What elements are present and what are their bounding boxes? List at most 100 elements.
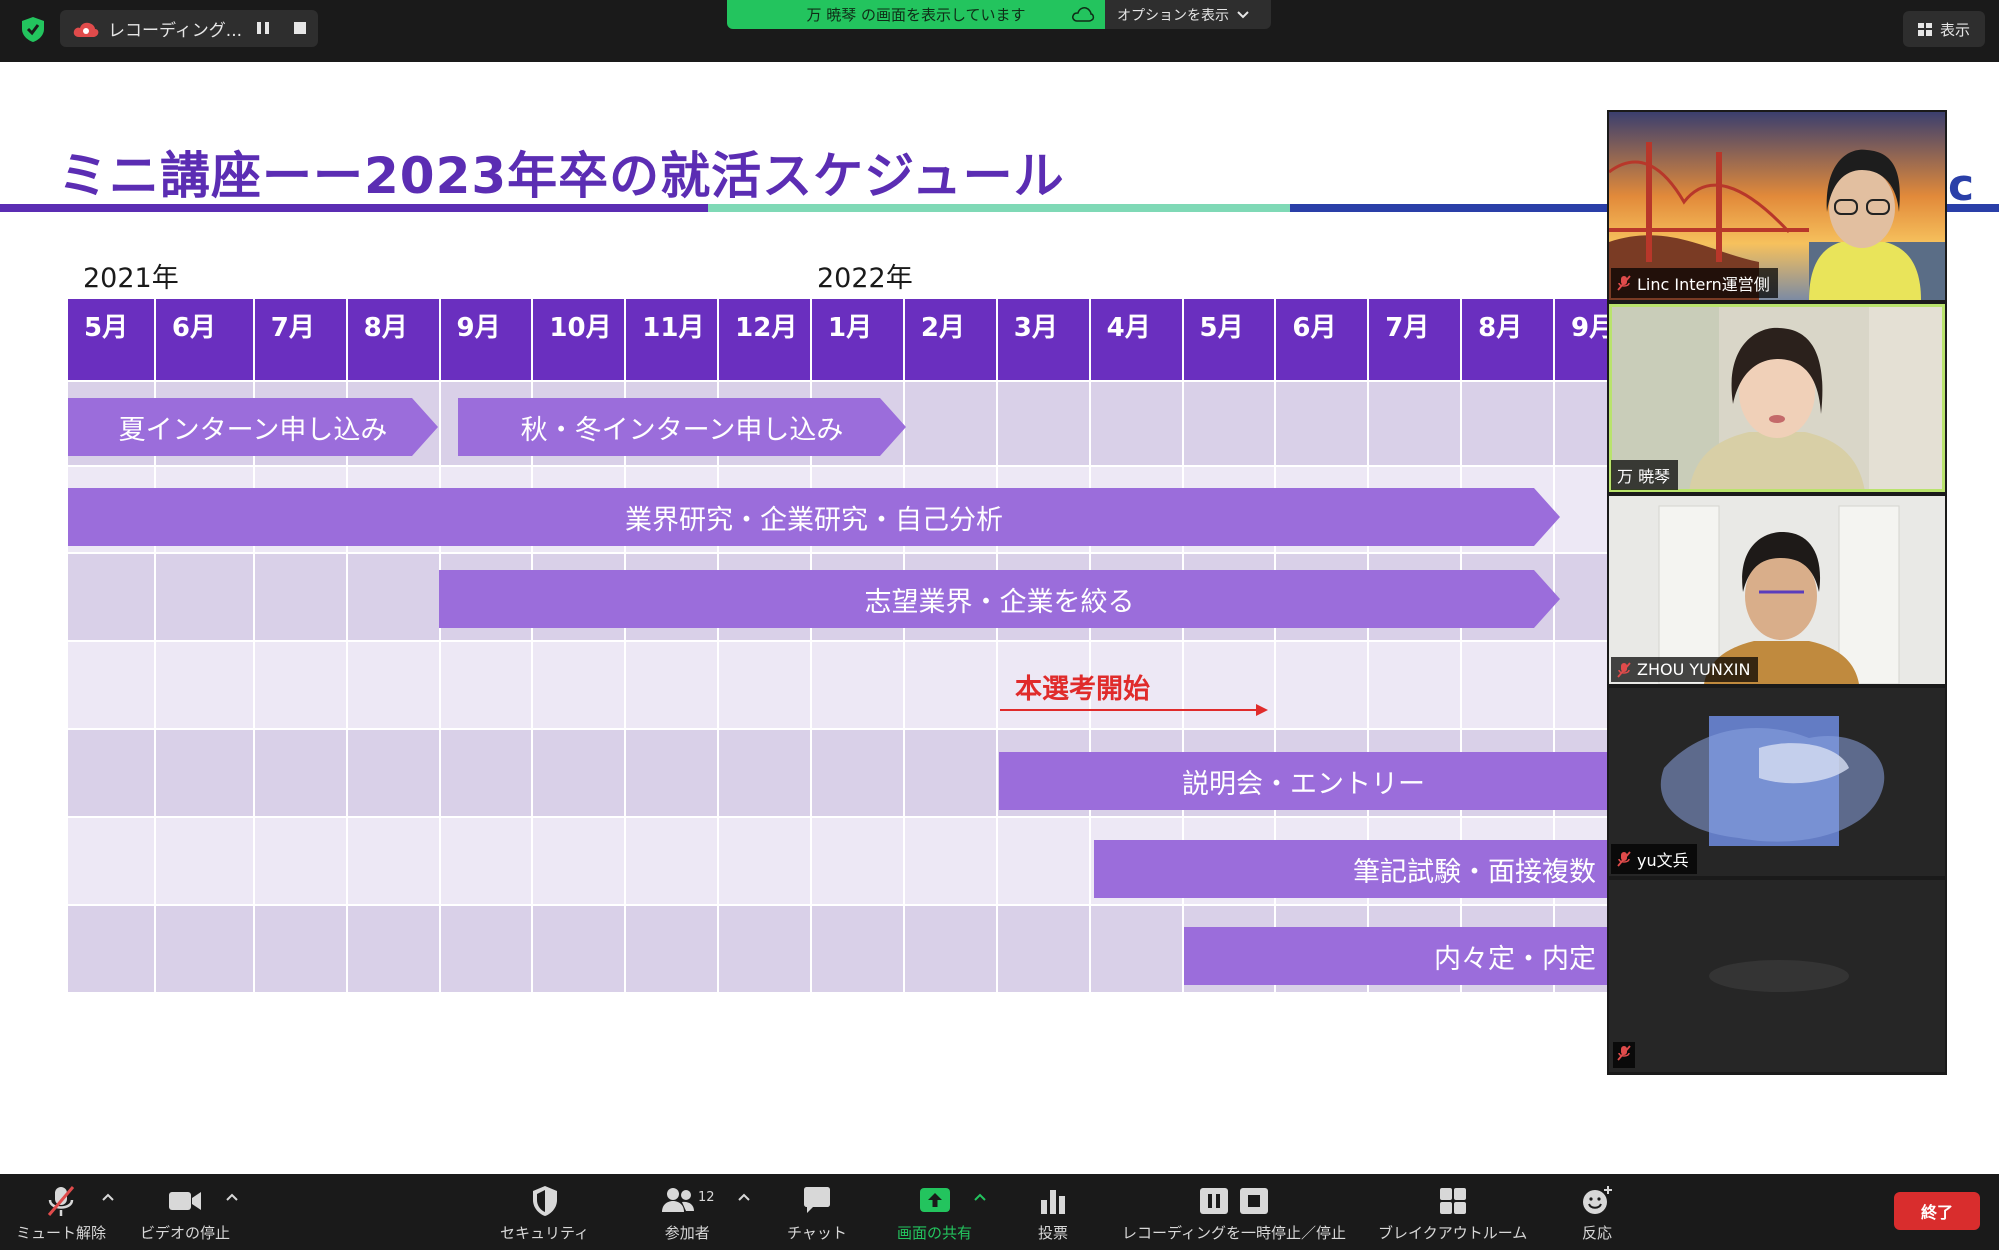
chevron-up-icon[interactable] xyxy=(101,1192,115,1202)
offer-label: 内々定・内定 xyxy=(1434,943,1596,975)
video-tile[interactable]: yu文兵 xyxy=(1609,688,1945,876)
grid-row xyxy=(68,642,1614,728)
participant-name-tag: yu文兵 xyxy=(1611,844,1697,874)
chat-bubble-icon xyxy=(803,1187,830,1213)
recording-indicator[interactable]: レコーディング... xyxy=(60,10,318,47)
participant-name-tag: Linc Intern運営側 xyxy=(1611,268,1778,298)
meeting-toolbar: ミュート解除 ビデオの停止 セキュリティ 12 参加者 チャット 画面の共有 投… xyxy=(0,1174,1999,1250)
muted-mic-icon xyxy=(1617,1045,1631,1061)
month-header: 9月 xyxy=(1555,299,1614,380)
participant-name-tag: 万 暁琴 xyxy=(1611,460,1679,490)
end-meeting-label: 終了 xyxy=(1920,1203,1953,1222)
view-options-label: オプションを表示 xyxy=(1117,7,1229,24)
participant-name: ZHOU YUNXIN xyxy=(1637,660,1751,679)
video-camera-icon xyxy=(169,1192,201,1210)
reactions-label: 反応 xyxy=(1581,1224,1612,1242)
autumn-winter-intern-label: 秋・冬インターン申し込み xyxy=(520,414,844,446)
month-header: 4月 xyxy=(1090,299,1184,380)
security-shield-icon[interactable] xyxy=(18,14,48,44)
video-tile[interactable] xyxy=(1609,880,1945,1072)
chevron-up-icon[interactable] xyxy=(973,1192,987,1202)
offer-band: 内々定・内定 xyxy=(1184,927,1608,985)
participant-name-tag xyxy=(1613,1042,1635,1068)
reaction-smiley-icon xyxy=(1583,1186,1612,1214)
screen-share-banner: 万 暁琴 の画面を表示しています xyxy=(727,0,1105,29)
pause-stop-recording-button[interactable]: レコーディングを一時停止／停止 xyxy=(1122,1184,1346,1243)
title-underline-purple xyxy=(0,204,708,212)
participant-count: 12 xyxy=(698,1190,715,1205)
participant-placeholder xyxy=(1609,880,1945,1072)
breakout-rooms-button[interactable]: ブレイクアウトルーム xyxy=(1378,1184,1527,1243)
month-header: 7月 xyxy=(1369,299,1463,380)
security-label: セキュリティ xyxy=(500,1224,590,1242)
chevron-up-icon[interactable] xyxy=(737,1192,751,1202)
chevron-up-icon[interactable] xyxy=(225,1192,239,1202)
polls-button[interactable]: 投票 xyxy=(1038,1184,1068,1243)
stop-video-label: ビデオの停止 xyxy=(140,1224,231,1242)
pause-stop-recording-label: レコーディングを一時停止／停止 xyxy=(1122,1224,1346,1242)
bar-chart-icon xyxy=(1041,1190,1065,1214)
brand-logo-fragment: c xyxy=(1948,160,1975,211)
year-2021-label: 2021年 xyxy=(83,263,179,294)
breakout-rooms-icon xyxy=(1439,1188,1466,1214)
slide-title: ミニ講座ーー2023年卒の就活スケジュール xyxy=(58,147,1065,205)
muted-mic-icon xyxy=(47,1186,75,1216)
stop-icon[interactable] xyxy=(293,21,307,35)
exams-band: 筆記試験・面接複数 xyxy=(1094,840,1608,898)
share-banner-text: 万 暁琴 の画面を表示しています xyxy=(806,6,1026,24)
title-underline-green xyxy=(708,204,1290,212)
participant-name: yu文兵 xyxy=(1637,851,1689,870)
month-header: 8月 xyxy=(347,299,441,380)
participant-name: 万 暁琴 xyxy=(1617,467,1671,486)
video-tile[interactable]: ZHOU YUNXIN xyxy=(1609,496,1945,684)
video-tile[interactable]: Linc Intern運営側 xyxy=(1609,112,1945,300)
participant-name-tag: ZHOU YUNXIN xyxy=(1611,657,1759,682)
month-header-row: 5月 6月 7月 8月 9月 10月 11月 12月 1月 2月 3月 4月 5… xyxy=(68,299,1614,380)
unmute-button[interactable]: ミュート解除 xyxy=(16,1184,106,1243)
month-header: 6月 xyxy=(155,299,255,380)
cloud-icon xyxy=(1072,7,1095,22)
pause-icon[interactable] xyxy=(256,21,270,35)
participant-video-panel: Linc Intern運営側 万 暁琴 ZHOU YUNXIN yu文兵 xyxy=(1607,110,1947,1075)
autumn-winter-intern-band: 秋・冬インターン申し込み xyxy=(458,398,906,456)
share-screen-button[interactable]: 画面の共有 xyxy=(897,1184,972,1243)
recording-label: レコーディング... xyxy=(108,21,243,41)
research-band: 業界研究・企業研究・自己分析 xyxy=(68,488,1560,546)
chevron-down-icon xyxy=(1237,10,1249,18)
grid-view-icon xyxy=(1917,22,1932,36)
end-meeting-button[interactable]: 終了 xyxy=(1894,1192,1980,1230)
month-header: 8月 xyxy=(1462,299,1556,380)
narrow-band: 志望業界・企業を絞る xyxy=(439,570,1560,628)
breakout-rooms-label: ブレイクアウトルーム xyxy=(1378,1224,1528,1242)
pause-icon xyxy=(1199,1188,1228,1214)
participants-label: 参加者 xyxy=(664,1224,710,1242)
chat-button[interactable]: チャット xyxy=(787,1184,847,1243)
video-tile-active-speaker[interactable]: 万 暁琴 xyxy=(1609,304,1945,492)
exams-label: 筆記試験・面接複数 xyxy=(1353,856,1596,888)
year-2022-label: 2022年 xyxy=(817,263,913,294)
chat-label: チャット xyxy=(787,1224,847,1242)
month-header: 12月 xyxy=(719,299,813,380)
security-button[interactable]: セキュリティ xyxy=(500,1184,589,1243)
view-label: 表示 xyxy=(1939,20,1970,39)
research-label: 業界研究・企業研究・自己分析 xyxy=(625,504,1003,536)
share-screen-icon xyxy=(919,1188,950,1212)
muted-mic-icon xyxy=(1617,661,1631,678)
polls-label: 投票 xyxy=(1038,1224,1069,1242)
view-button[interactable]: 表示 xyxy=(1903,11,1985,47)
month-header: 11月 xyxy=(626,299,720,380)
participant-video xyxy=(1609,496,1945,684)
shield-icon xyxy=(532,1186,557,1216)
month-header: 3月 xyxy=(997,299,1091,380)
summer-intern-band: 夏インターン申し込み xyxy=(68,398,438,456)
participants-button[interactable]: 12 参加者 xyxy=(660,1184,715,1243)
top-bar: レコーディング... 万 暁琴 の画面を表示しています オプションを表示 表示 xyxy=(0,0,1999,62)
stop-video-button[interactable]: ビデオの停止 xyxy=(140,1184,230,1243)
muted-mic-icon xyxy=(1617,275,1631,291)
selection-start-arrow xyxy=(1000,704,1268,716)
unmute-label: ミュート解除 xyxy=(16,1224,107,1242)
reactions-button[interactable]: 反応 xyxy=(1581,1184,1613,1243)
month-header: 5月 xyxy=(1183,299,1277,380)
month-header: 9月 xyxy=(440,299,534,380)
view-options-button[interactable]: オプションを表示 xyxy=(1105,0,1271,29)
